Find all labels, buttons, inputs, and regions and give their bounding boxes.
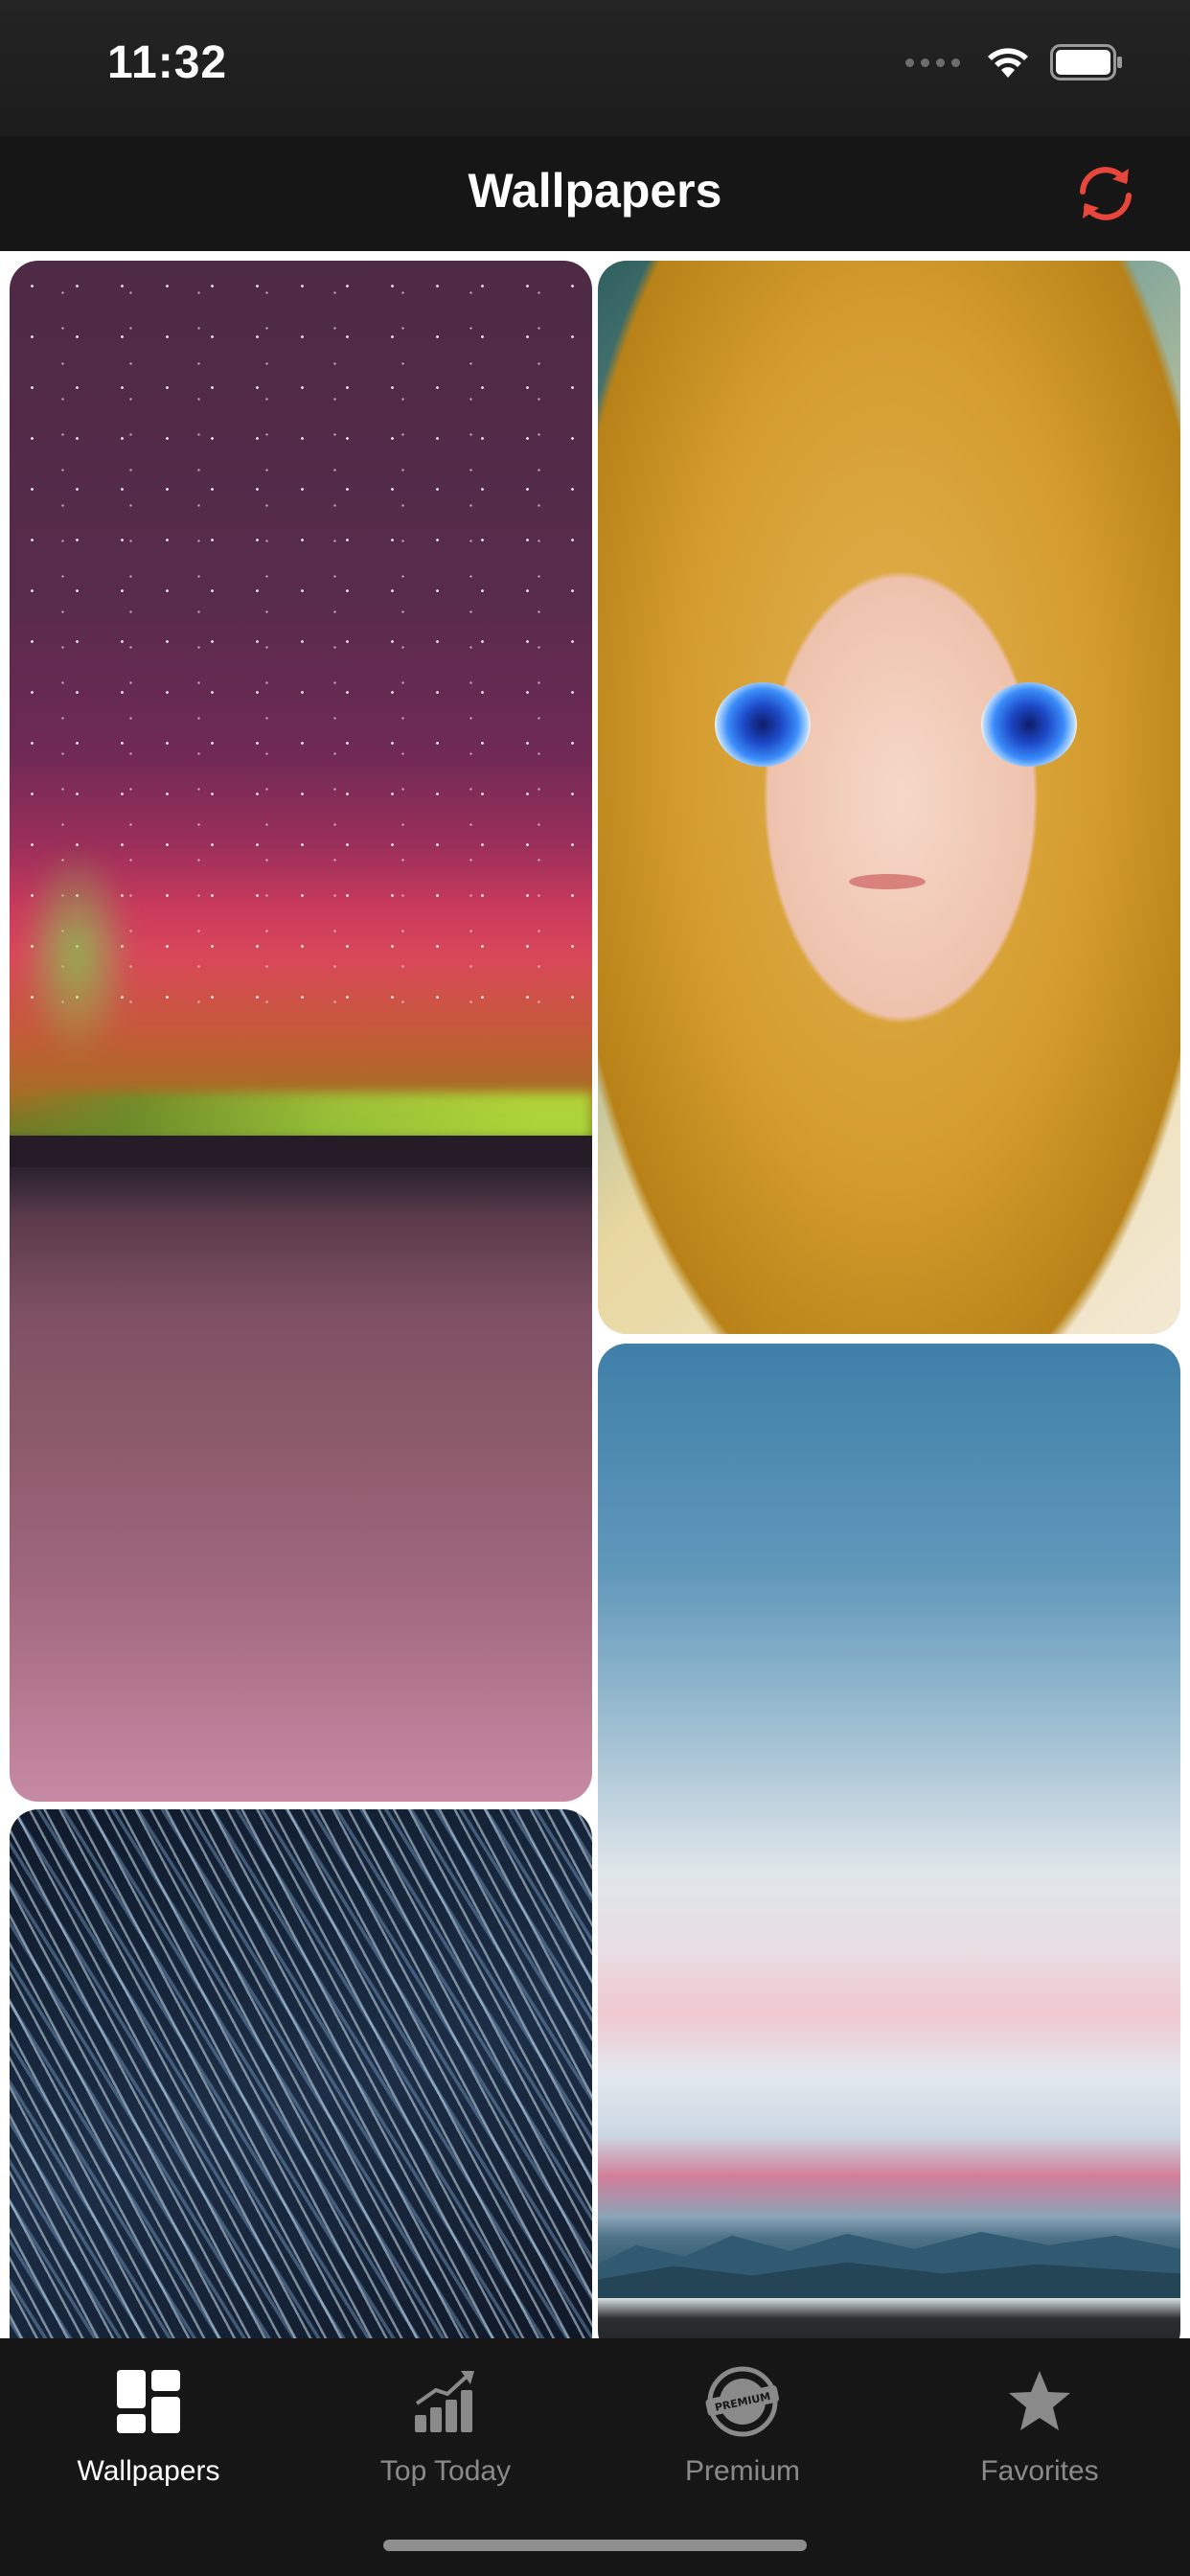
aurora-glow [19, 846, 134, 1063]
page-title: Wallpapers [468, 164, 722, 218]
horizon-line [10, 1136, 592, 1167]
status-icons [905, 44, 1123, 80]
right-eye-decoration [981, 682, 1077, 767]
star-icon [1001, 2363, 1078, 2440]
wallpaper-grid [0, 251, 1190, 2338]
wifi-icon [988, 48, 1028, 78]
tab-label-favorites: Favorites [980, 2455, 1099, 2487]
cellular-signal-icon [905, 58, 960, 67]
aurora-band [10, 1092, 592, 1139]
tab-label-top-today: Top Today [379, 2455, 512, 2487]
pastel-sky-wallpaper[interactable] [598, 1344, 1180, 2338]
status-time: 11:32 [107, 37, 228, 88]
status-bar: 11:32 [0, 0, 1190, 136]
nav-bar: Wallpapers [0, 136, 1190, 251]
refresh-button[interactable] [1069, 157, 1142, 230]
tab-label-premium: Premium [684, 2455, 800, 2487]
premium-badge-icon: PREMIUM [704, 2363, 781, 2440]
tab-wallpapers[interactable]: Wallpapers [0, 2358, 297, 2511]
tab-favorites[interactable]: Favorites [891, 2358, 1188, 2511]
tab-premium[interactable]: PREMIUM Premium [594, 2358, 891, 2511]
left-eye-decoration [715, 682, 811, 767]
chart-icon [407, 2363, 484, 2440]
tab-top-today[interactable]: Top Today [297, 2358, 594, 2511]
refresh-icon [1080, 167, 1132, 220]
lips-decoration [849, 874, 926, 889]
mountains-decoration [598, 2231, 1180, 2299]
tab-label-wallpapers: Wallpapers [77, 2455, 220, 2487]
aurora-wallpaper[interactable] [10, 261, 592, 1802]
anime-girl-wallpaper[interactable] [598, 261, 1180, 1334]
star-trails-wallpaper[interactable] [10, 1809, 592, 2338]
grid-icon [110, 2363, 187, 2440]
battery-icon [1050, 44, 1122, 80]
home-indicator[interactable] [383, 2540, 807, 2551]
